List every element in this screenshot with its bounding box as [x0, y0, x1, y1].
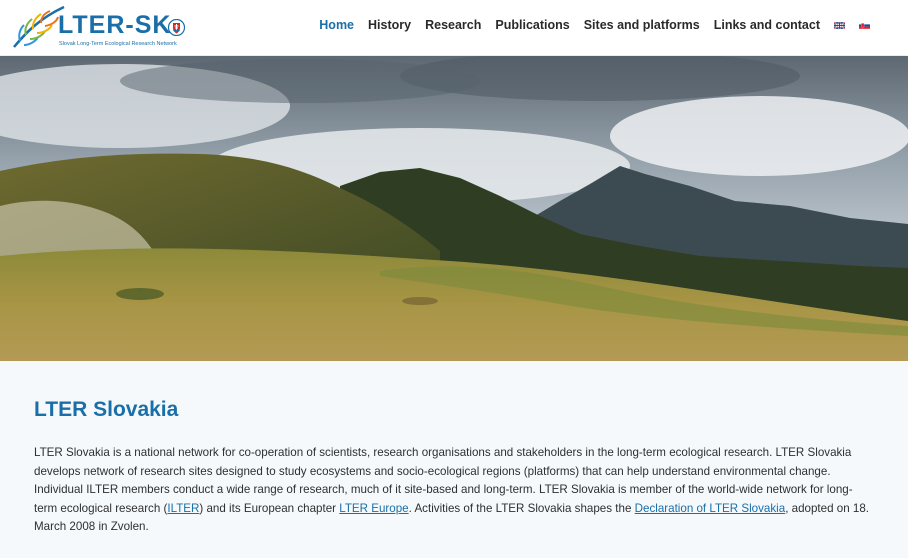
slovak-coat-of-arms-icon — [168, 19, 185, 36]
hero-image — [0, 56, 908, 361]
page-title: LTER Slovakia — [34, 398, 179, 421]
language-english[interactable] — [833, 21, 846, 29]
uk-flag-icon — [833, 21, 846, 29]
main-navigation: Home History Research Publications Sites… — [305, 18, 870, 32]
language-slovak[interactable] — [859, 21, 870, 29]
nav-research[interactable]: Research — [425, 18, 481, 32]
slovak-flag-icon — [859, 21, 870, 29]
logo-title: LTER-SK — [58, 11, 172, 39]
nav-sites-and-platforms[interactable]: Sites and platforms — [584, 18, 700, 32]
nav-publications[interactable]: Publications — [495, 18, 569, 32]
logo-subtitle: Slovak Long-Term Ecological Research Net… — [59, 41, 177, 47]
declaration-link[interactable]: Declaration of LTER Slovakia — [635, 502, 786, 515]
lter-europe-link[interactable]: LTER Europe — [339, 502, 408, 515]
mountain-landscape-photo — [0, 56, 908, 361]
ilter-link[interactable]: ILTER — [167, 502, 199, 515]
intro-paragraph: LTER Slovakia is a national network for … — [34, 444, 874, 537]
intro-text-3: . Activities of the LTER Slovakia shapes… — [408, 501, 635, 515]
nav-links-and-contact[interactable]: Links and contact — [714, 18, 820, 32]
nav-home[interactable]: Home — [319, 18, 354, 32]
site-logo[interactable]: LTER-SK Slovak Long-Term Ecological Rese… — [10, 5, 190, 51]
site-header: LTER-SK Slovak Long-Term Ecological Rese… — [0, 0, 908, 55]
main-content: LTER Slovakia LTER Slovakia is a nationa… — [34, 398, 874, 537]
intro-text-2: ) and its European chapter — [199, 501, 340, 515]
nav-history[interactable]: History — [368, 18, 411, 32]
